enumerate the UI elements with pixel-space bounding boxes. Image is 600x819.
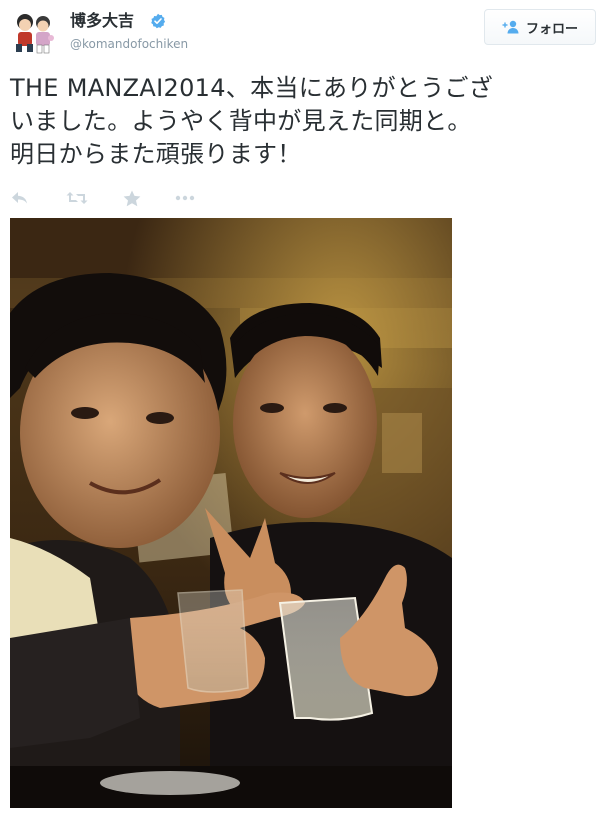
avatar-illustration-icon bbox=[10, 8, 58, 56]
retweet-icon bbox=[66, 192, 88, 204]
tweet-text: THE MANZAI2014、本当にありがとうござ いました。ようやく背中が見え… bbox=[10, 72, 595, 171]
tweet-text-line: いました。ようやく背中が見えた同期と。 bbox=[10, 107, 472, 135]
tweet-photo[interactable] bbox=[10, 218, 452, 808]
follow-button-label: フォロー bbox=[525, 21, 578, 37]
add-user-icon bbox=[502, 20, 519, 34]
tweet-text-line: THE MANZAI2014、本当にありがとうござ bbox=[10, 74, 494, 102]
display-name[interactable]: 博多大吉 bbox=[70, 10, 134, 32]
verified-badge-icon bbox=[151, 13, 166, 29]
screen-name[interactable]: @komandofochiken bbox=[70, 36, 188, 52]
more-dots-icon bbox=[175, 195, 195, 201]
favorite-button[interactable] bbox=[122, 188, 142, 208]
follow-button[interactable]: フォロー bbox=[484, 9, 596, 45]
reply-icon bbox=[12, 192, 27, 204]
star-icon bbox=[123, 190, 141, 206]
reply-button[interactable] bbox=[10, 188, 30, 208]
avatar[interactable] bbox=[10, 8, 58, 56]
tweet-card: 博多大吉 @komandofochiken フォロー THE MANZAI201… bbox=[0, 0, 600, 819]
retweet-button[interactable] bbox=[65, 188, 89, 208]
photo-two-men-toasting bbox=[10, 218, 452, 808]
more-button[interactable] bbox=[174, 188, 196, 208]
tweet-text-line: 明日からまた頑張ります！ bbox=[10, 140, 302, 168]
